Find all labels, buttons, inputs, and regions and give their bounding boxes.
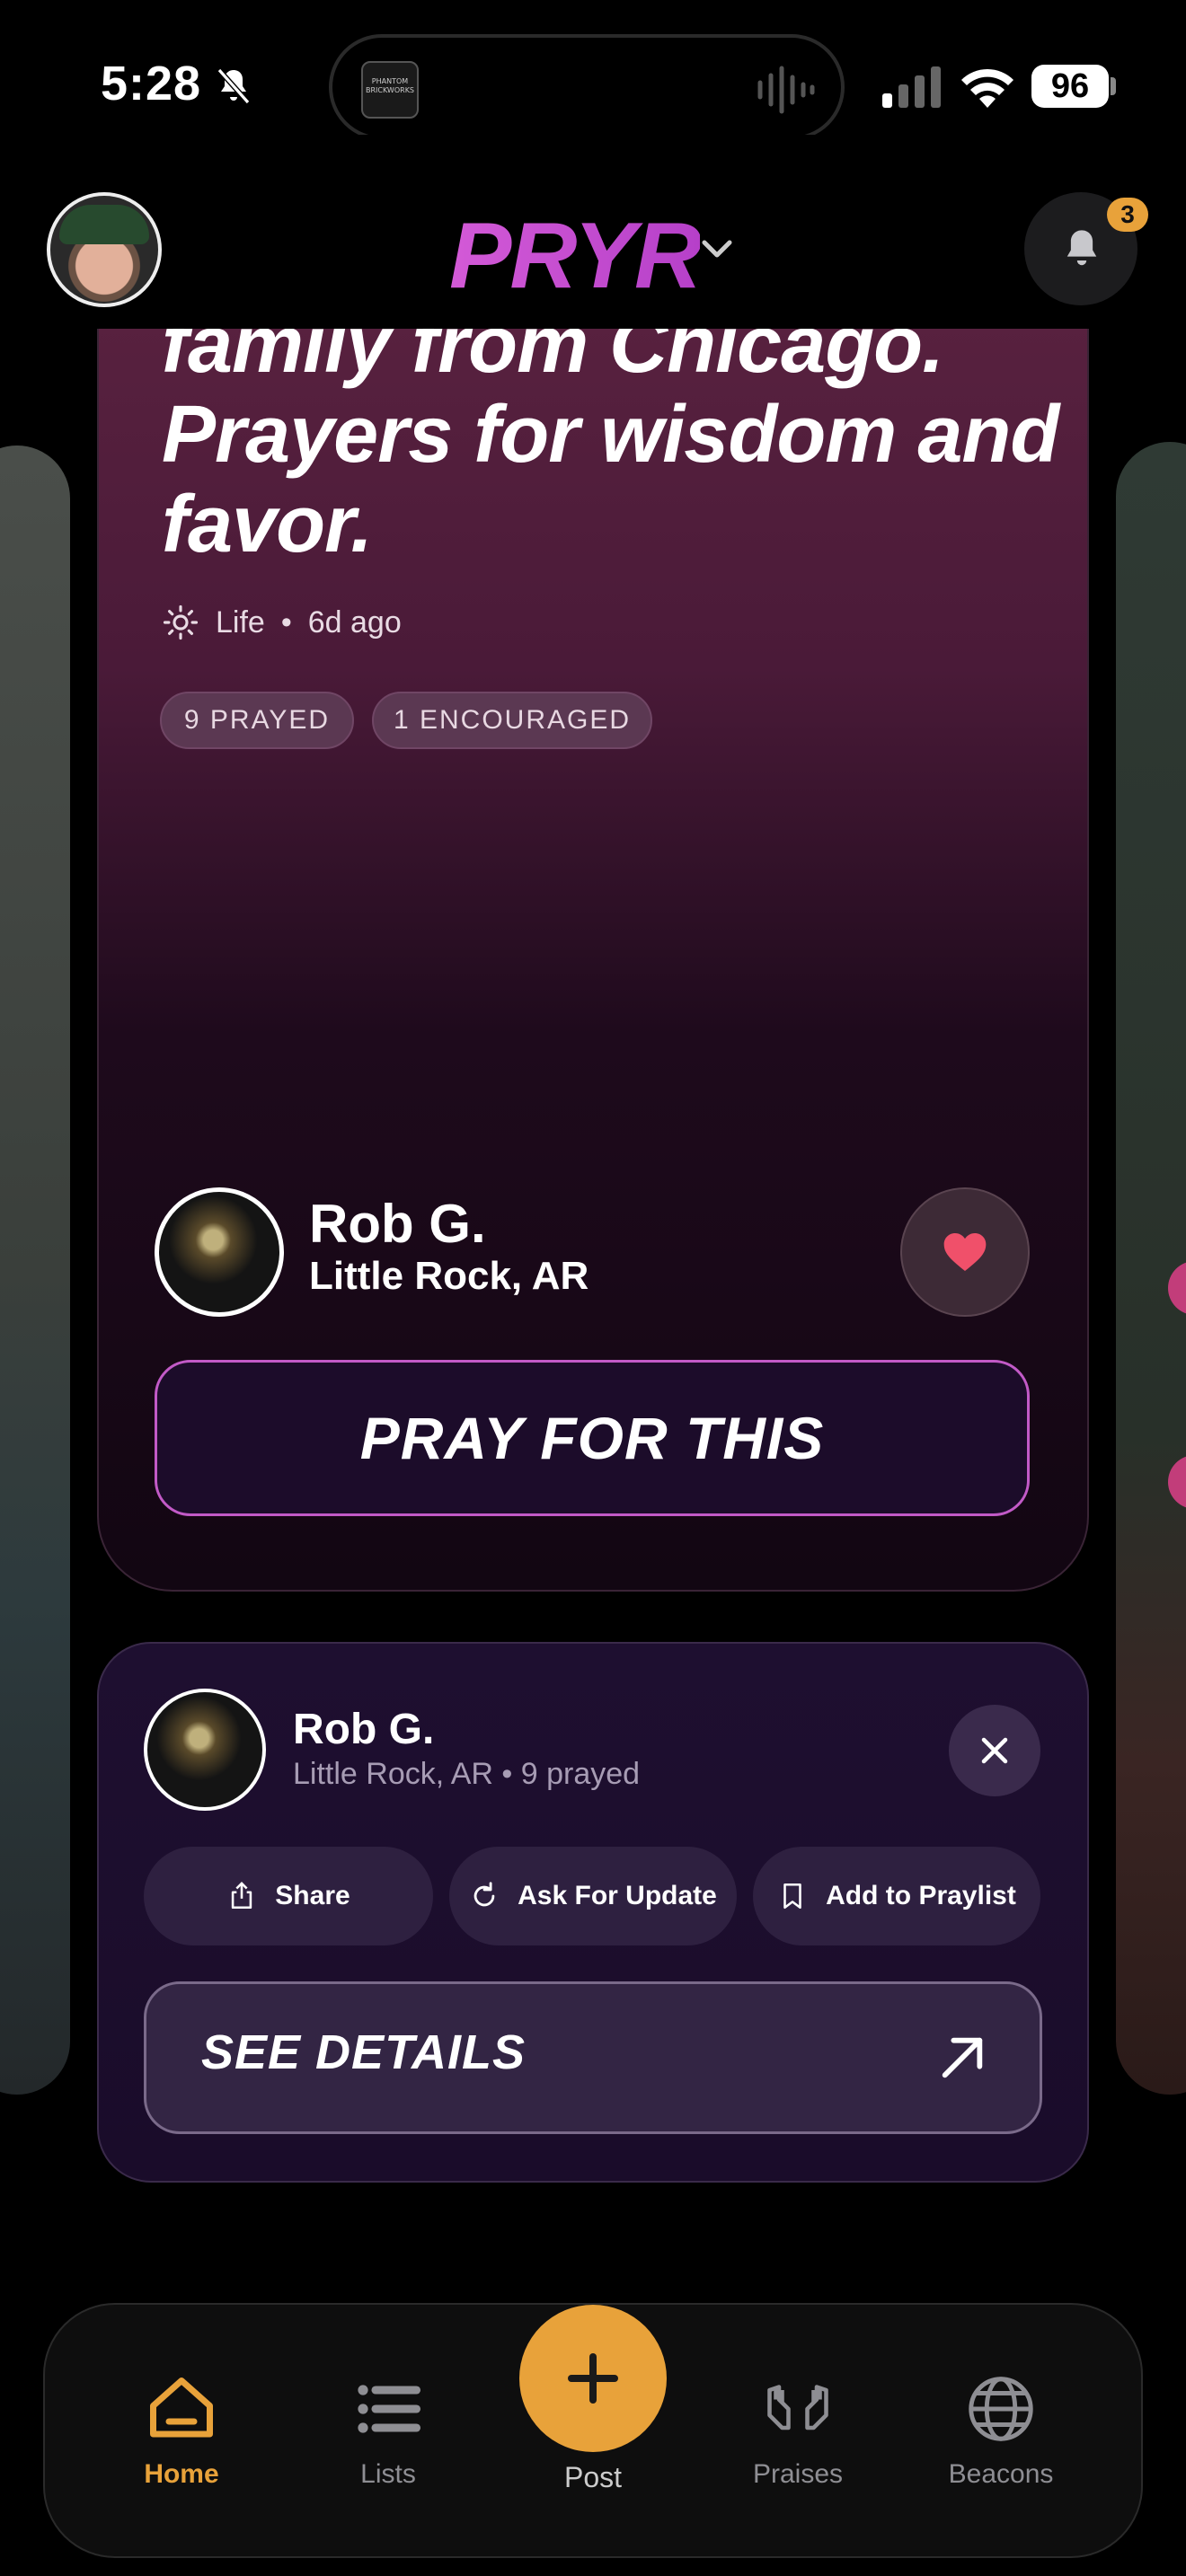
sun-icon	[163, 604, 199, 640]
home-icon	[150, 2378, 213, 2438]
list-icon	[358, 2385, 421, 2433]
prayed-count-pill: 9 PRAYED	[160, 692, 354, 749]
prayer-headline: family from Chicago. Prayers for wisdom …	[162, 300, 1059, 569]
author-location: Little Rock, AR	[309, 1254, 589, 1298]
close-sheet-button[interactable]	[949, 1705, 1040, 1796]
praise-hands-icon	[767, 2385, 828, 2430]
share-button[interactable]: Share	[144, 1847, 433, 1945]
globe-icon	[969, 2377, 1033, 2441]
dynamic-island[interactable]: PHANTOM BRICKWORKS	[329, 34, 845, 140]
cellular-signal-icon	[882, 66, 941, 108]
meta-separator: •	[280, 604, 292, 640]
ask-for-update-button[interactable]: Ask For Update	[449, 1847, 737, 1945]
avatar-cap	[59, 205, 149, 244]
heart-icon	[943, 1233, 987, 1271]
tab-beacons[interactable]: Beacons	[920, 2371, 1082, 2490]
notification-badge: 3	[1107, 198, 1148, 232]
share-icon	[232, 1882, 252, 1910]
now-playing-artwork: PHANTOM BRICKWORKS	[361, 61, 419, 119]
wifi-icon	[961, 68, 1013, 108]
bookmark-icon	[783, 1883, 801, 1910]
previous-card[interactable]	[0, 446, 70, 2095]
audio-waveform-icon	[757, 66, 815, 114]
author-name[interactable]: Rob G.	[309, 1193, 486, 1255]
post-button[interactable]	[519, 2305, 667, 2452]
tab-praises-label: Praises	[752, 2459, 844, 2489]
tab-lists[interactable]: Lists	[307, 2371, 469, 2490]
add-to-praylist-button[interactable]: Add to Praylist	[753, 1847, 1040, 1945]
ask-for-update-label: Ask For Update	[518, 1881, 717, 1910]
prayer-meta: Life • 6d ago	[162, 604, 402, 641]
status-time: 5:28	[101, 57, 202, 110]
encourage-button[interactable]	[900, 1187, 1030, 1317]
post-age: 6d ago	[307, 604, 402, 640]
arrow-up-right-icon	[942, 2037, 983, 2078]
plus-icon	[568, 2353, 618, 2404]
tab-praises[interactable]: Praises	[717, 2371, 879, 2490]
app-logo[interactable]: PRYR	[449, 203, 702, 310]
tab-beacons-label: Beacons	[948, 2459, 1054, 2489]
sheet-author-subline: Little Rock, AR • 9 prayed	[293, 1757, 641, 1791]
add-to-praylist-label: Add to Praylist	[826, 1881, 1016, 1910]
profile-avatar[interactable]	[47, 192, 162, 307]
encouraged-count-pill: 1 ENCOURAGED	[372, 692, 652, 749]
battery-indicator: 96	[1031, 65, 1109, 108]
chevron-down-icon[interactable]	[699, 235, 735, 262]
tab-post-label: Post	[563, 2461, 623, 2493]
author-avatar[interactable]	[155, 1187, 284, 1317]
sheet-author-name: Rob G.	[293, 1706, 435, 1753]
tab-home[interactable]: Home	[101, 2371, 262, 2490]
sheet-author-avatar[interactable]	[144, 1689, 266, 1811]
share-label: Share	[275, 1881, 350, 1910]
see-details-label: SEE DETAILS	[201, 2025, 527, 2079]
tab-lists-label: Lists	[360, 2459, 416, 2489]
pray-for-this-button[interactable]: PRAY FOR THIS	[155, 1360, 1030, 1516]
silent-bell-icon	[217, 68, 251, 104]
tab-home-label: Home	[144, 2459, 219, 2489]
battery-tip	[1111, 77, 1116, 95]
bell-icon	[1067, 230, 1097, 266]
close-icon	[981, 1737, 1008, 1764]
category-label: Life	[216, 604, 265, 640]
refresh-icon	[474, 1882, 495, 1907]
